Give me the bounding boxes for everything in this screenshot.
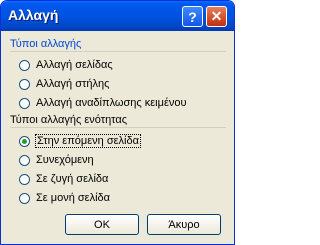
radio-even-page[interactable]: [19, 173, 30, 185]
section-break-types-separator: [10, 127, 226, 128]
option-column-break[interactable]: Αλλαγή στήλης: [19, 77, 109, 91]
option-continuous[interactable]: Συνεχόμενη: [19, 153, 94, 167]
option-odd-page[interactable]: Σε μονή σελίδα: [19, 191, 110, 205]
break-dialog: Αλλαγή ? ✕ Τύποι αλλαγής Αλλαγή σελίδας …: [0, 0, 235, 245]
break-types-separator: [10, 51, 226, 52]
help-icon: ?: [188, 8, 197, 25]
option-label: Σε ζυγή σελίδα: [36, 173, 109, 185]
option-even-page[interactable]: Σε ζυγή σελίδα: [19, 172, 108, 186]
close-icon: ✕: [210, 8, 223, 24]
dialog-content: Τύποι αλλαγής Αλλαγή σελίδας Αλλαγή στήλ…: [4, 31, 231, 241]
dialog-title: Αλλαγή: [8, 7, 59, 23]
option-label: Στην επόμενη σελίδα: [35, 134, 141, 148]
option-label: Αλλαγή σελίδας: [36, 59, 113, 71]
option-text-wrapping-break[interactable]: Αλλαγή αναδίπλωσης κειμένου: [19, 96, 187, 110]
radio-next-page[interactable]: [19, 135, 30, 147]
radio-continuous[interactable]: [19, 154, 30, 166]
title-bar[interactable]: Αλλαγή ? ✕: [1, 1, 234, 31]
cancel-button[interactable]: Άκυρο: [147, 214, 221, 235]
help-button[interactable]: ?: [182, 6, 203, 27]
option-page-break[interactable]: Αλλαγή σελίδας: [19, 58, 113, 72]
radio-text-wrapping-break[interactable]: [19, 97, 30, 109]
option-label: Σε μονή σελίδα: [36, 192, 111, 204]
close-button[interactable]: ✕: [206, 6, 227, 27]
option-label: Αλλαγή στήλης: [36, 78, 110, 90]
option-label: Αλλαγή αναδίπλωσης κειμένου: [36, 97, 187, 109]
option-label: Συνεχόμενη: [36, 154, 94, 166]
radio-odd-page[interactable]: [19, 192, 30, 204]
section-break-types-heading: Τύποι αλλαγής ενότητας: [10, 114, 128, 126]
radio-selected-dot: [22, 138, 27, 144]
radio-column-break[interactable]: [19, 78, 30, 90]
break-types-heading: Τύποι αλλαγής: [10, 38, 82, 50]
radio-page-break[interactable]: [19, 59, 30, 71]
option-next-page[interactable]: Στην επόμενη σελίδα: [19, 134, 141, 148]
ok-button[interactable]: OK: [65, 214, 139, 235]
